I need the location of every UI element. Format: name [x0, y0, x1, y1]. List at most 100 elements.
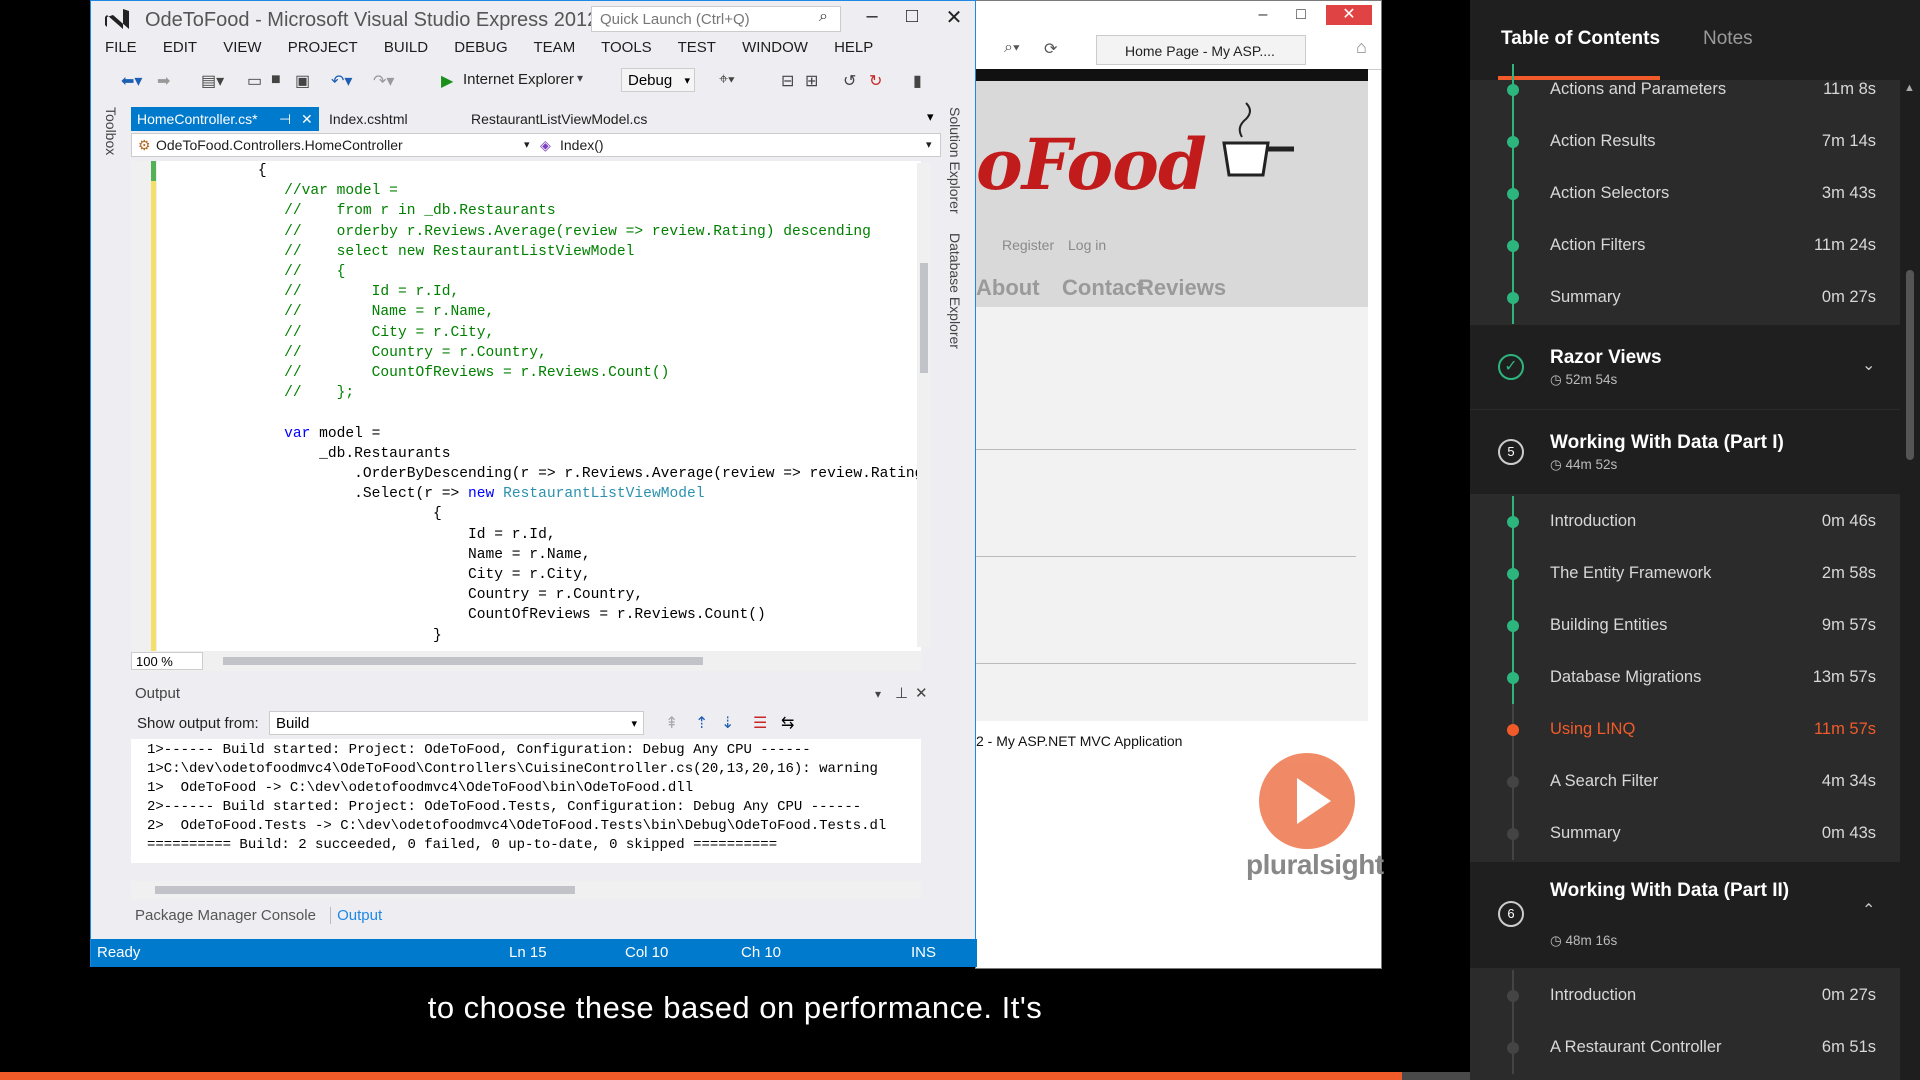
site-logo[interactable]: oFood	[976, 123, 1207, 206]
toolbox-tab[interactable]: Toolbox	[103, 107, 119, 155]
scroll-thumb[interactable]	[155, 886, 575, 894]
toc-clip[interactable]: Summary 0m 27s	[1470, 272, 1900, 324]
menu-window[interactable]: WINDOW	[742, 39, 808, 56]
save-all-icon[interactable]: ▣	[295, 71, 310, 91]
undo-icon[interactable]: ↶▾	[331, 71, 352, 91]
menu-tools[interactable]: TOOLS	[601, 39, 652, 56]
toc-clip[interactable]: Actions and Parameters 11m 8s	[1470, 64, 1900, 116]
maximize-button[interactable]: □	[1286, 5, 1316, 25]
tab-restaurantlistviewmodel[interactable]: RestaurantListViewModel.cs	[465, 107, 685, 131]
scroll-thumb[interactable]	[1906, 270, 1914, 460]
chevron-down-icon[interactable]: ▾	[926, 134, 932, 156]
tab-overflow-icon[interactable]: ▾	[927, 109, 934, 125]
quick-launch-input[interactable]: Quick Launch (Ctrl+Q)	[591, 6, 841, 32]
menu-test[interactable]: TEST	[678, 39, 716, 56]
word-wrap-icon[interactable]: ⇆	[781, 713, 794, 733]
menu-project[interactable]: PROJECT	[288, 39, 358, 56]
run-target[interactable]: Internet Explorer	[463, 71, 574, 88]
start-debugging-icon[interactable]: ▶	[441, 71, 453, 91]
code-editor[interactable]: { //var model = // from r in _db.Restaur…	[131, 161, 921, 651]
browser-tab[interactable]: Home Page - My ASP....	[1096, 35, 1306, 65]
minimize-button[interactable]: –	[857, 5, 887, 28]
back-icon[interactable]: ⬅▾	[121, 71, 142, 91]
class-dropdown[interactable]: OdeToFood.Controllers.HomeController	[156, 134, 403, 156]
output-text-area[interactable]: 1>------ Build started: Project: OdeToFo…	[131, 739, 921, 863]
configuration-dropdown[interactable]: Debug ▾	[621, 68, 695, 92]
toc-clip[interactable]: A Search Filter 4m 34s	[1470, 756, 1900, 808]
previous-message-icon[interactable]: ⇡	[695, 713, 708, 733]
save-icon[interactable]: ■	[271, 71, 281, 89]
scroll-up-icon[interactable]: ▲	[1904, 82, 1915, 94]
clear-all-icon[interactable]: ☰	[753, 713, 767, 733]
toc-clip[interactable]: Database Migrations 13m 57s	[1470, 652, 1900, 704]
scroll-thumb[interactable]	[223, 657, 703, 665]
output-horizontal-scrollbar[interactable]	[131, 881, 921, 899]
menu-team[interactable]: TEAM	[534, 39, 576, 56]
pin-icon[interactable]: ⊥	[895, 681, 908, 707]
menu-edit[interactable]: EDIT	[163, 39, 197, 56]
close-icon[interactable]: ✕	[301, 107, 313, 131]
search-icon[interactable]: ⌕▾	[1004, 39, 1020, 57]
menu-help[interactable]: HELP	[834, 39, 873, 56]
toc-clip[interactable]: Introduction 0m 27s	[1470, 970, 1900, 1022]
toc-clip[interactable]: Building Entities 9m 57s	[1470, 600, 1900, 652]
toc-clip[interactable]: Action Selectors 3m 43s	[1470, 168, 1900, 220]
editor-vertical-scrollbar[interactable]	[917, 163, 931, 647]
pin-icon[interactable]: ⊣	[279, 107, 291, 131]
output-source-dropdown[interactable]: Build ▾	[269, 711, 644, 735]
toc-clip[interactable]: The Entity Framework 2m 58s	[1470, 548, 1900, 600]
member-dropdown[interactable]: Index()	[560, 134, 604, 156]
maximize-button[interactable]: □	[897, 5, 927, 28]
toc-clip[interactable]: Using LINQ 11m 57s	[1470, 704, 1900, 756]
bookmark-icon[interactable]: ▮	[913, 71, 922, 91]
toc-clip[interactable]: Summary 0m 43s	[1470, 808, 1900, 860]
tab-table-of-contents[interactable]: Table of Contents	[1501, 28, 1660, 50]
toolbar-icon[interactable]: ⊞	[805, 71, 818, 91]
step-icon[interactable]: ↺	[843, 71, 856, 91]
chevron-down-icon[interactable]: ⌄	[1862, 355, 1875, 375]
nav-reviews[interactable]: Reviews	[1138, 275, 1226, 301]
zoom-dropdown[interactable]: 100 %	[131, 652, 203, 670]
menu-view[interactable]: VIEW	[223, 39, 261, 56]
login-link[interactable]: Log in	[1068, 237, 1106, 253]
module-working-with-data-2[interactable]: 6 Working With Data (Part II) ◷ 48m 16s …	[1470, 862, 1900, 968]
scroll-thumb[interactable]	[920, 263, 928, 373]
toc-scrollbar[interactable]: ▲	[1900, 80, 1920, 1080]
tab-notes[interactable]: Notes	[1703, 28, 1753, 50]
forward-icon[interactable]: ➡	[157, 71, 170, 91]
module-working-with-data-1[interactable]: 5 Working With Data (Part I) ◷ 44m 52s	[1470, 410, 1900, 494]
toc-clip[interactable]: A Restaurant Controller 6m 51s	[1470, 1022, 1900, 1074]
database-explorer-tab[interactable]: Database Explorer	[947, 233, 963, 349]
find-icon[interactable]: ⌖▾	[719, 71, 735, 89]
editor-horizontal-scrollbar[interactable]: 100 %	[131, 651, 921, 671]
chevron-down-icon[interactable]: ▾	[577, 71, 583, 85]
menu-debug[interactable]: DEBUG	[454, 39, 507, 56]
tab-output[interactable]: Output	[330, 907, 383, 924]
new-project-icon[interactable]: ▤▾	[201, 71, 224, 91]
close-icon[interactable]: ✕	[915, 681, 928, 707]
code-text[interactable]: { //var model = // from r in _db.Restaur…	[179, 161, 921, 646]
toc-clip[interactable]: Introduction 0m 46s	[1470, 496, 1900, 548]
module-razor-views[interactable]: ✓ Razor Views ◷ 52m 54s ⌄	[1470, 325, 1900, 409]
menu-file[interactable]: FILE	[105, 39, 137, 56]
breakpoint-icon[interactable]: ↻	[869, 71, 882, 91]
chevron-down-icon[interactable]: ▾	[524, 134, 530, 156]
nav-contact[interactable]: Contact	[1062, 275, 1144, 301]
toolbar-icon[interactable]: ⊟	[781, 71, 794, 91]
close-button[interactable]: ✕	[939, 5, 969, 30]
toc-clip[interactable]: Action Filters 11m 24s	[1470, 220, 1900, 272]
minimize-button[interactable]: –	[1248, 5, 1278, 25]
toc-clip[interactable]: Action Results 7m 14s	[1470, 116, 1900, 168]
open-file-icon[interactable]: ▭	[247, 71, 262, 91]
tab-homecontroller[interactable]: HomeController.cs* ⊣ ✕	[131, 107, 319, 131]
tab-package-manager-console[interactable]: Package Manager Console	[135, 907, 316, 924]
home-icon[interactable]: ⌂	[1356, 37, 1367, 58]
tab-index-cshtml[interactable]: Index.cshtml	[323, 107, 453, 131]
refresh-icon[interactable]: ⟳	[1044, 39, 1057, 59]
find-message-icon[interactable]: ⇞	[665, 713, 678, 733]
menu-build[interactable]: BUILD	[384, 39, 428, 56]
close-button[interactable]: ✕	[1326, 5, 1372, 25]
play-icon[interactable]	[1259, 753, 1355, 849]
next-message-icon[interactable]: ⇣	[721, 713, 734, 733]
nav-about[interactable]: About	[976, 275, 1040, 301]
